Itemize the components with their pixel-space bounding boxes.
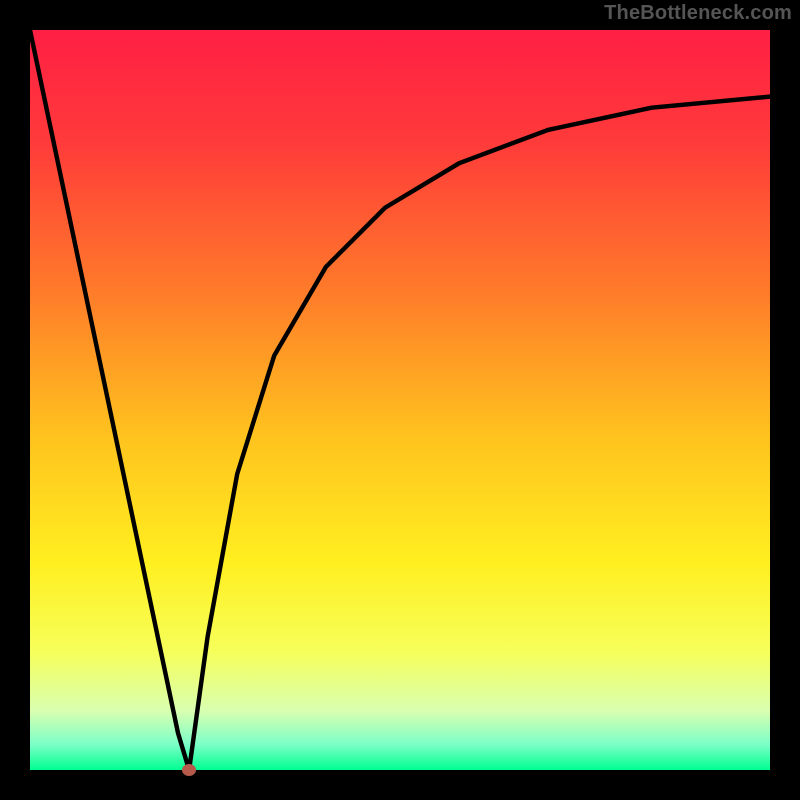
optimum-marker	[182, 764, 196, 776]
plot-area	[30, 30, 770, 770]
chart-frame: TheBottleneck.com	[0, 0, 800, 800]
bottleneck-curve	[30, 30, 770, 770]
attribution-text: TheBottleneck.com	[604, 2, 792, 25]
